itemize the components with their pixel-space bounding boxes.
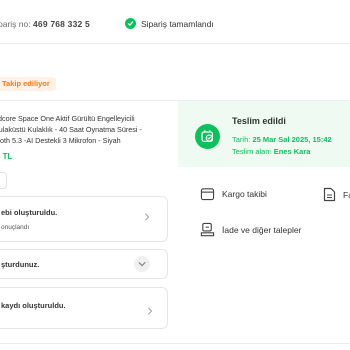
- quantity-chip: [0, 172, 7, 189]
- return-box-icon: [200, 222, 215, 237]
- delivery-receiver-label: Teslim alan:: [232, 147, 272, 156]
- order-number: pariş no: 469 768 332 5: [0, 19, 90, 29]
- delivery-receiver-value: Enes Kara: [273, 147, 311, 156]
- divider: [0, 343, 350, 344]
- invoice-icon: [323, 187, 336, 202]
- delivery-date-label: Tarih:: [232, 135, 251, 144]
- delivery-status-panel: Teslim edildi Tarih: 25 Mar Sal 2025, 15…: [178, 101, 350, 167]
- divider: [0, 43, 350, 44]
- invoice-button[interactable]: Fa: [323, 187, 350, 202]
- delivery-date: Tarih: 25 Mar Sal 2025, 15:42: [232, 135, 332, 144]
- order-number-label: pariş no:: [0, 19, 31, 29]
- order-status-text: Sipariş tamamlandı: [141, 18, 214, 29]
- timeline-card[interactable]: kaydı oluşturuldu.: [0, 287, 168, 329]
- chevron-right-icon[interactable]: [147, 307, 153, 317]
- check-circle-icon: [125, 18, 136, 29]
- product-price: 0 TL: [0, 152, 13, 161]
- product-name[interactable]: ndcore Space One Aktif Gürültü Engelleyi…: [0, 113, 159, 146]
- timeline-card[interactable]: şturdunuz.: [0, 249, 168, 279]
- chevron-right-icon[interactable]: [144, 213, 150, 223]
- returns-label: İade ve diğer talepler: [222, 225, 302, 235]
- package-icon: [200, 188, 215, 201]
- card-title: şturdunuz.: [1, 260, 40, 269]
- delivery-title: Teslim edildi: [232, 116, 286, 126]
- invoice-label: Fa: [343, 189, 350, 200]
- order-number-value: 469 768 332 5: [32, 19, 90, 29]
- chevron-down-icon[interactable]: [134, 256, 150, 272]
- card-title: kaydı oluşturuldu.: [1, 301, 66, 310]
- package-check-icon: [195, 124, 220, 149]
- delivery-receiver: Teslim alan: Enes Kara: [232, 147, 310, 156]
- timeline-card[interactable]: ebi oluşturuldu. onuçlandı: [0, 196, 168, 242]
- cargo-tracking-button[interactable]: Kargo takibi: [200, 187, 267, 201]
- order-status: Sipariş tamamlandı: [125, 18, 214, 29]
- returns-button[interactable]: İade ve diğer talepler: [200, 222, 301, 238]
- cargo-tracking-label: Kargo takibi: [222, 189, 267, 199]
- order-detail-page: pariş no: 469 768 332 5 Sipariş tamamlan…: [0, 0, 350, 350]
- delivery-date-value: 25 Mar Sal 2025, 15:42: [252, 135, 332, 144]
- card-title: ebi oluşturuldu.: [1, 208, 58, 217]
- card-subtitle: onuçlandı: [1, 224, 30, 231]
- tracking-badge: Takip ediliyor: [0, 77, 56, 91]
